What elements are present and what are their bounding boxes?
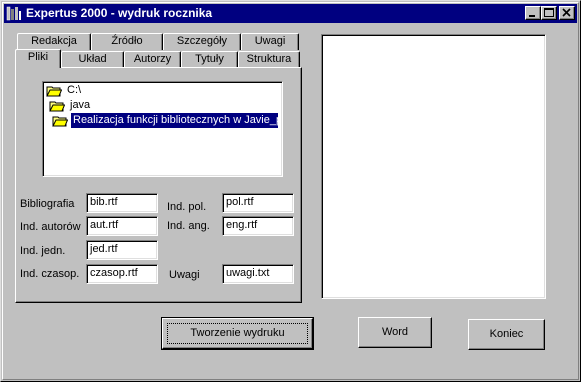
- ind-czasop-field[interactable]: czasop.rtf: [86, 264, 158, 284]
- bibliografia-field[interactable]: bib.rtf: [86, 193, 158, 213]
- tab-label: Uwagi: [254, 35, 286, 47]
- label-bibliografia: Bibliografia: [20, 198, 75, 210]
- tab-autorzy[interactable]: Autorzy: [124, 51, 181, 68]
- label-uwagi: Uwagi: [169, 269, 200, 281]
- app-icon: [6, 6, 21, 21]
- minimize-button[interactable]: [525, 6, 541, 20]
- folder-open-icon: [46, 86, 62, 97]
- uwagi-field[interactable]: uwagi.txt: [222, 264, 294, 284]
- label-ind-czasop: Ind. czasop.: [20, 268, 80, 280]
- app-window: Expertus 2000 - wydruk rocznika Redakcja…: [0, 0, 581, 382]
- word-button[interactable]: Word: [358, 317, 432, 348]
- tab-label: Szczegóły: [176, 35, 228, 47]
- tab-tytuly[interactable]: Tytuły: [181, 51, 238, 68]
- close-icon: [562, 8, 571, 17]
- button-label: Tworzenie wydruku: [190, 327, 285, 339]
- tab-szczegoly[interactable]: Szczegóły: [163, 33, 241, 50]
- button-label: Word: [381, 326, 409, 338]
- maximize-button[interactable]: [541, 6, 557, 20]
- list-item-label: C:\: [67, 84, 82, 96]
- label-ind-jedn: Ind. jedn.: [20, 245, 66, 257]
- title-bar[interactable]: Expertus 2000 - wydruk rocznika: [4, 4, 577, 23]
- maximize-icon: [544, 8, 554, 17]
- label-ind-ang: Ind. ang.: [167, 220, 210, 232]
- ind-pol-field[interactable]: pol.rtf: [222, 193, 294, 213]
- tab-redakcja[interactable]: Redakcja: [17, 33, 91, 50]
- close-button[interactable]: [559, 6, 575, 20]
- label-ind-pol: Ind. pol.: [167, 201, 207, 213]
- ind-ang-field[interactable]: eng.rtf: [222, 216, 294, 236]
- tab-pliki[interactable]: Pliki: [15, 49, 61, 68]
- button-label: Koniec: [489, 328, 524, 340]
- tab-uwagi[interactable]: Uwagi: [241, 33, 299, 50]
- label-ind-autorow: Ind. autorów: [20, 221, 81, 233]
- folder-open-icon: [52, 116, 68, 127]
- directory-list[interactable]: C:\ java Realizacja funkcji biblioteczny…: [42, 81, 283, 177]
- tab-label: Autorzy: [133, 53, 172, 65]
- tab-zrodlo[interactable]: Źródło: [91, 33, 163, 50]
- tab-label: Pliki: [27, 51, 49, 63]
- tab-uklad[interactable]: Układ: [61, 51, 124, 68]
- generate-printout-button[interactable]: Tworzenie wydruku: [161, 317, 314, 350]
- tab-label: Tytuły: [195, 53, 224, 65]
- tab-label: Układ: [78, 53, 107, 65]
- list-item-label: Realizacja funkcji bibliotecznych w Javi…: [71, 113, 278, 128]
- koniec-button[interactable]: Koniec: [468, 319, 545, 350]
- tab-label: Redakcja: [31, 35, 77, 47]
- folder-open-icon: [49, 101, 65, 112]
- tab-label: Źródło: [111, 35, 143, 47]
- minimize-icon: [529, 15, 535, 17]
- list-item-label: java: [70, 99, 91, 111]
- ind-autorow-field[interactable]: aut.rtf: [86, 216, 158, 236]
- window-title: Expertus 2000 - wydruk rocznika: [26, 6, 213, 20]
- tab-label: Struktura: [246, 53, 292, 65]
- tab-struktura[interactable]: Struktura: [238, 51, 300, 68]
- ind-jedn-field[interactable]: jed.rtf: [86, 240, 158, 260]
- preview-pane: [321, 34, 546, 299]
